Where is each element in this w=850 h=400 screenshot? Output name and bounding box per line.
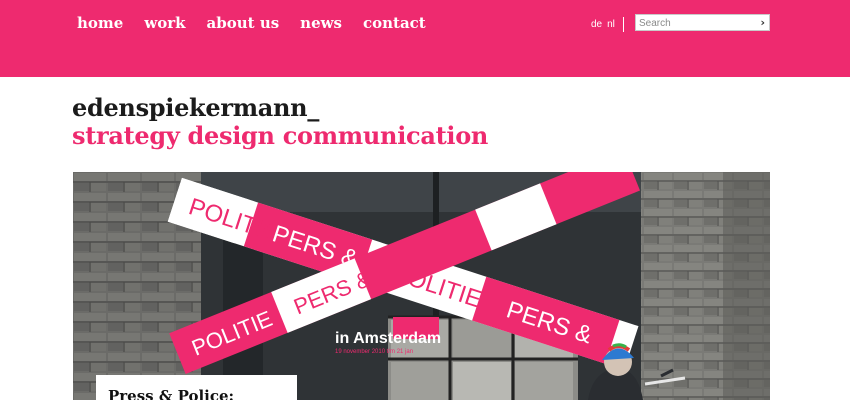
lang-nl[interactable]: nl	[607, 18, 615, 32]
search-box: ›	[635, 14, 770, 31]
window-title: in Amsterdam	[335, 330, 441, 347]
nav-news[interactable]: news	[300, 14, 342, 32]
caption-box[interactable]: Press & Police:	[96, 375, 297, 400]
lang-de[interactable]: de	[591, 18, 602, 32]
lang-divider	[622, 17, 624, 32]
chevron-right-icon[interactable]: ›	[760, 16, 765, 30]
hero-image[interactable]: in Amsterdam 19 november 2010 t/m 21 jan…	[73, 172, 770, 400]
nav-home[interactable]: home	[77, 14, 123, 32]
caption-title: Press & Police:	[108, 387, 235, 400]
nav-about-us[interactable]: about us	[207, 14, 280, 32]
brand-tagline: strategy design communication	[72, 121, 489, 150]
window-subtitle: 19 november 2010 t/m 21 jan	[335, 349, 413, 355]
search-input[interactable]	[639, 16, 751, 30]
language-switcher: de nl	[591, 17, 624, 32]
main-nav: home work about us news contact	[77, 14, 447, 32]
nav-contact[interactable]: contact	[363, 14, 426, 32]
brand-name[interactable]: edenspiekermann_	[72, 93, 319, 122]
site-header: home work about us news contact de nl ›	[0, 0, 850, 77]
hero-photo: in Amsterdam 19 november 2010 t/m 21 jan…	[73, 172, 770, 400]
nav-work[interactable]: work	[144, 14, 185, 32]
